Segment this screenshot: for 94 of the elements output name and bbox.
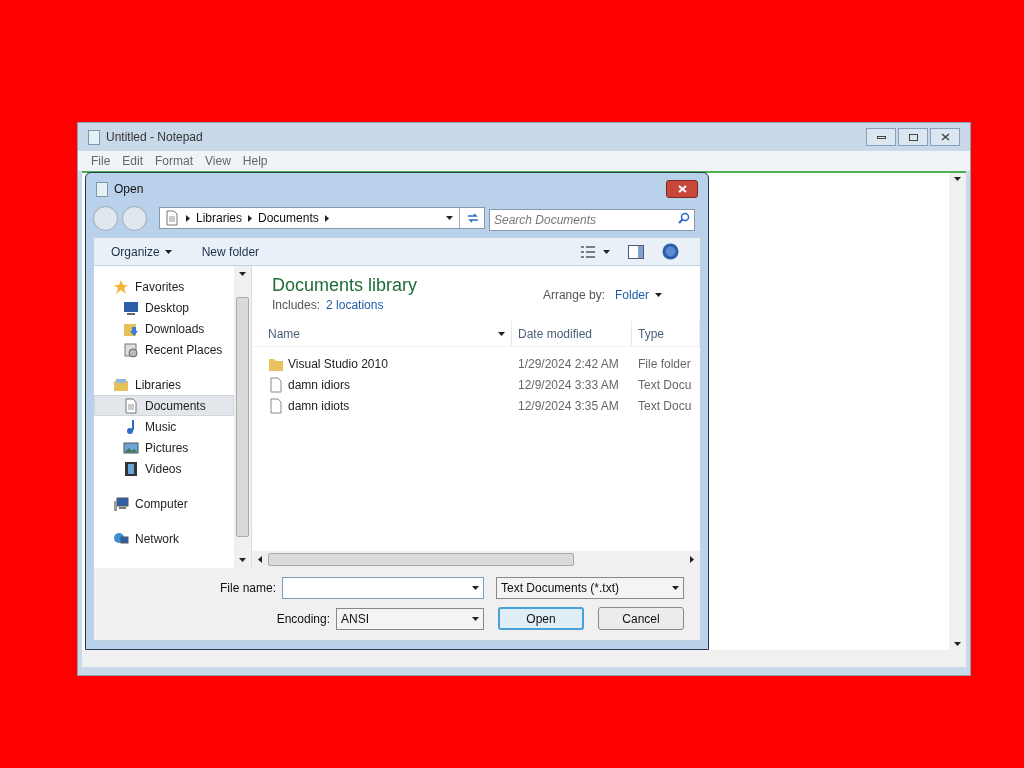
nav-item[interactable]: Recent Places <box>94 339 234 360</box>
scroll-down-icon <box>954 642 961 646</box>
file-row[interactable]: damn idiors 12/9/2024 3:33 AM Text Docu <box>252 374 700 395</box>
file-name-label: File name: <box>219 580 276 597</box>
text-file-icon <box>268 397 284 414</box>
dropdown-icon <box>472 586 479 590</box>
notepad-icon <box>88 129 100 145</box>
menu-item[interactable]: Help <box>242 152 268 170</box>
text-file-icon <box>268 376 284 393</box>
file-row[interactable]: damn idiots 12/9/2024 3:35 AM Text Docu <box>252 395 700 416</box>
new-folder-button[interactable]: New folder <box>201 242 260 261</box>
nav-item[interactable]: Pictures <box>94 437 234 458</box>
address-bar[interactable]: Libraries Documents <box>159 207 485 229</box>
file-type-dropdown[interactable]: Text Documents (*.txt) <box>496 577 684 599</box>
vertical-scrollbar[interactable] <box>234 266 251 568</box>
file-name: damn idiots <box>288 397 350 415</box>
chevron-icon <box>324 214 329 222</box>
nav-item[interactable]: Downloads <box>94 318 234 339</box>
monitor-icon <box>123 299 139 316</box>
chevron-icon <box>186 214 190 222</box>
menu-item[interactable]: File <box>91 152 111 170</box>
column-header[interactable]: Name <box>252 321 512 346</box>
document-icon <box>96 181 108 197</box>
recent-places-icon <box>123 341 139 358</box>
document-icon <box>164 210 180 226</box>
scroll-left-icon <box>258 556 262 563</box>
file-date: 12/9/2024 3:33 AM <box>517 376 620 394</box>
film-icon <box>123 460 139 477</box>
horizontal-scrollbar[interactable] <box>82 650 966 667</box>
caret-icon <box>672 586 679 590</box>
search-icon <box>678 212 690 224</box>
menu-item[interactable]: View <box>205 152 231 170</box>
dialog-button[interactable]: Cancel <box>598 607 684 630</box>
computer-icon <box>113 495 129 512</box>
arrange-by-label: Arrange by: <box>542 287 605 304</box>
nav-item[interactable]: Documents <box>94 395 234 416</box>
vertical-scrollbar[interactable] <box>949 173 966 650</box>
search-field[interactable]: Search Documents <box>489 209 695 231</box>
encoding-dropdown[interactable]: ANSI <box>336 607 484 630</box>
horizontal-scrollbar[interactable] <box>252 551 700 568</box>
nav-item[interactable]: Network <box>94 528 234 549</box>
file-name-field[interactable] <box>282 577 484 599</box>
chevron-icon <box>690 556 694 563</box>
document-icon <box>123 397 139 414</box>
picture-icon <box>123 439 139 456</box>
nav-item[interactable]: Libraries <box>94 374 234 395</box>
locations-link[interactable]: 2 locations <box>326 296 384 314</box>
includes-label: Includes: <box>272 297 321 314</box>
nav-item[interactable]: Desktop <box>94 297 234 318</box>
menu-item[interactable]: Edit <box>122 152 144 170</box>
refresh-icon[interactable] <box>466 212 480 224</box>
nav-item[interactable]: Favorites <box>94 276 234 297</box>
chevron-icon <box>248 214 253 222</box>
file-type: Text Docu <box>637 397 692 415</box>
encoding-label: Encoding: <box>276 610 330 628</box>
file-type: File folder <box>637 355 691 373</box>
library-title: Documents library <box>272 274 418 296</box>
close-button[interactable] <box>930 128 960 146</box>
caret-icon <box>164 249 172 254</box>
window-title: Untitled - Notepad <box>106 129 203 146</box>
close-button[interactable] <box>666 180 698 198</box>
nav-item[interactable]: Music <box>94 416 234 437</box>
nav-item[interactable]: Videos <box>94 458 234 479</box>
arrange-dropdown[interactable]: Folder <box>615 286 662 304</box>
file-row[interactable]: Visual Studio 2010 1/29/2024 2:42 AM File folder <box>252 353 700 374</box>
file-date: 12/9/2024 3:35 AM <box>517 397 620 415</box>
preview-pane-icon[interactable] <box>628 244 644 259</box>
organize-button[interactable]: Organize <box>111 242 172 261</box>
file-date: 1/29/2024 2:42 AM <box>517 355 620 373</box>
file-name: damn idiors <box>288 376 351 394</box>
menu-item[interactable]: Format <box>155 152 194 170</box>
file-name: Visual Studio 2010 <box>288 355 388 373</box>
breadcrumb-item[interactable]: Libraries <box>196 209 243 227</box>
nav-item[interactable]: Computer <box>94 493 234 514</box>
view-options-icon[interactable] <box>581 245 595 258</box>
close-icon <box>940 133 950 141</box>
minimize-button[interactable] <box>866 128 896 146</box>
column-header[interactable]: Date modified <box>512 321 632 346</box>
library-icon <box>113 376 129 393</box>
sort-icon <box>498 331 505 336</box>
file-type: Text Docu <box>637 376 692 394</box>
column-header[interactable]: Type <box>632 321 700 346</box>
caret-icon <box>655 293 662 297</box>
caret-icon <box>603 249 610 254</box>
dropdown-icon <box>446 216 453 220</box>
network-icon <box>113 530 129 547</box>
scroll-down-icon <box>239 558 246 562</box>
close-icon <box>677 185 687 193</box>
caret-icon <box>472 616 479 621</box>
dialog-title: Open <box>114 181 144 198</box>
star-icon <box>113 278 129 295</box>
breadcrumb-item[interactable]: Documents <box>258 209 319 227</box>
restore-button[interactable] <box>898 128 928 146</box>
dialog-button[interactable]: Open <box>498 607 584 630</box>
